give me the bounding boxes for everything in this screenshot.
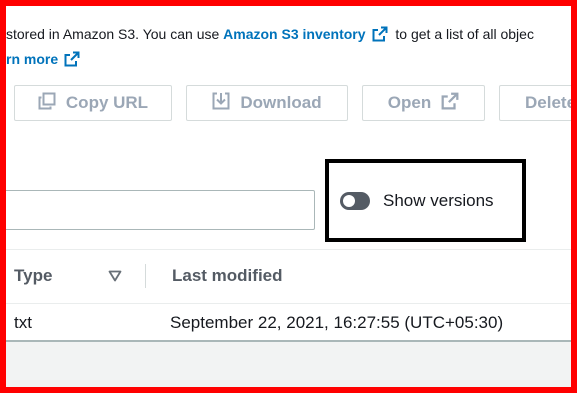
open-label: Open — [387, 93, 432, 112]
table-cell-type: txt — [14, 313, 32, 332]
show-versions-toggle[interactable] — [340, 191, 370, 210]
column-divider[interactable] — [145, 264, 146, 288]
header-divider — [0, 303, 577, 304]
delete-label: Delete — [525, 93, 577, 112]
table-top-divider — [0, 249, 577, 250]
show-versions-label[interactable]: Show versions — [383, 191, 494, 211]
table-cell-last-modified: September 22, 2021, 16:27:55 (UTC+05:30) — [170, 313, 504, 332]
learn-more-link[interactable]: rn more — [6, 51, 58, 67]
s3-object-panel: stored in Amazon S3. You can use Amazon … — [0, 0, 577, 393]
external-link-icon — [441, 92, 459, 115]
learn-more-line: rn more — [6, 51, 84, 70]
copy-url-label: Copy URL — [65, 93, 149, 112]
column-header-last-modified[interactable]: Last modified — [172, 266, 283, 286]
inventory-description: stored in Amazon S3. You can use Amazon … — [6, 26, 534, 45]
download-button[interactable]: Download — [186, 85, 348, 121]
description-text-suffix: to get a list of all objec — [391, 26, 534, 42]
panel-footer — [0, 342, 577, 393]
column-header-type[interactable]: Type — [14, 266, 52, 286]
download-label: Download — [240, 93, 322, 112]
search-input[interactable] — [0, 190, 315, 230]
external-link-icon[interactable] — [64, 51, 80, 70]
show-versions-highlight: Show versions — [325, 159, 526, 242]
download-icon — [212, 92, 230, 115]
external-link-icon[interactable] — [372, 26, 388, 45]
open-button[interactable]: Open — [362, 85, 485, 121]
copy-url-button[interactable]: Copy URL — [14, 85, 172, 121]
sort-down-icon[interactable] — [108, 269, 122, 287]
s3-inventory-link[interactable]: Amazon S3 inventory — [223, 26, 365, 42]
delete-button[interactable]: Delete — [499, 85, 577, 121]
description-text: stored in Amazon S3. You can use — [6, 26, 224, 42]
copy-icon — [38, 92, 56, 115]
toggle-knob — [343, 194, 355, 207]
scrollbar-edge[interactable] — [571, 0, 573, 393]
